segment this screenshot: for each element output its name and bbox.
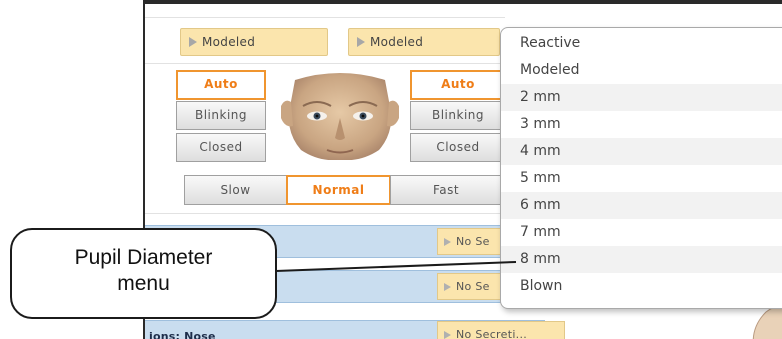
left-eye-blinking-button[interactable]: Blinking <box>176 101 266 130</box>
right-eye-closed-button[interactable]: Closed <box>410 133 506 162</box>
play-triangle-icon <box>357 37 365 47</box>
blink-speed-normal-button[interactable]: Normal <box>286 175 391 205</box>
right-eye-auto-button[interactable]: Auto <box>410 70 506 100</box>
left-eye-closed-button[interactable]: Closed <box>176 133 266 162</box>
right-eye-blinking-button[interactable]: Blinking <box>410 101 506 130</box>
panel-top-border <box>143 0 782 4</box>
screenshot-stage: Modeled Modeled Auto Blinking Closed Aut… <box>0 0 782 339</box>
blink-speed-slow-button[interactable]: Slow <box>184 175 287 205</box>
right-pupil-select[interactable]: Modeled <box>348 28 500 56</box>
secretion-select-value: No Se <box>456 280 490 293</box>
play-triangle-icon <box>444 331 451 339</box>
menu-item-6mm[interactable]: 6 mm <box>501 192 782 219</box>
nose-secretion-select[interactable]: No Secreti... <box>437 321 565 339</box>
play-triangle-icon <box>189 37 197 47</box>
menu-item-blown[interactable]: Blown <box>501 273 782 300</box>
menu-item-reactive[interactable]: Reactive <box>501 30 782 57</box>
left-eye-auto-button[interactable]: Auto <box>176 70 266 100</box>
pupil-diameter-menu: Reactive Modeled 2 mm 3 mm 4 mm 5 mm 6 m… <box>500 27 782 309</box>
menu-item-4mm[interactable]: 4 mm <box>501 138 782 165</box>
menu-item-3mm[interactable]: 3 mm <box>501 111 782 138</box>
menu-item-5mm[interactable]: 5 mm <box>501 165 782 192</box>
separator-line <box>145 17 505 18</box>
callout-line-2: menu <box>117 272 170 295</box>
menu-item-7mm[interactable]: 7 mm <box>501 219 782 246</box>
nose-secretion-select-value: No Secreti... <box>456 328 528 339</box>
secretion-row-label: ions: Nose <box>149 330 216 339</box>
separator-line <box>145 213 505 214</box>
left-pupil-select[interactable]: Modeled <box>180 28 328 56</box>
pupil-diameter-callout: Pupil Diameter menu <box>10 228 277 319</box>
mannequin-face-icon <box>281 73 399 160</box>
callout-line-1: Pupil Diameter <box>74 246 213 269</box>
separator-line <box>145 63 505 64</box>
play-triangle-icon <box>444 283 451 291</box>
secretion-select-value: No Se <box>456 235 490 248</box>
blink-speed-fast-button[interactable]: Fast <box>390 175 502 205</box>
menu-item-8mm[interactable]: 8 mm <box>501 246 782 273</box>
left-pupil-select-value: Modeled <box>202 35 256 49</box>
play-triangle-icon <box>444 238 451 246</box>
right-pupil-select-value: Modeled <box>370 35 424 49</box>
menu-item-2mm[interactable]: 2 mm <box>501 84 782 111</box>
menu-item-modeled[interactable]: Modeled <box>501 57 782 84</box>
